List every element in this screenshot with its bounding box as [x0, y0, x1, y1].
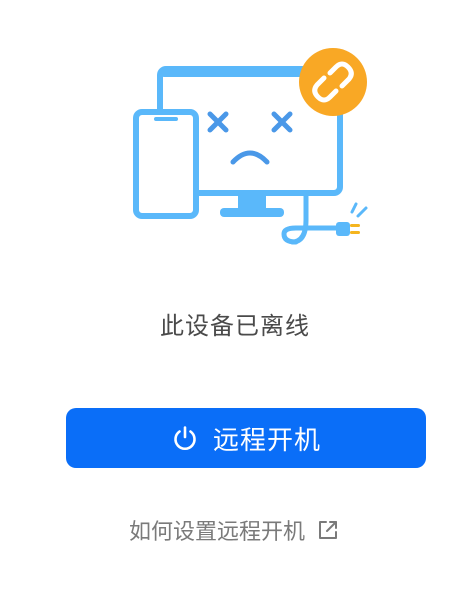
- external-link-icon: [319, 521, 337, 539]
- offline-device-illustration: [133, 48, 368, 245]
- how-to-setup-link[interactable]: 如何设置远程开机: [0, 514, 470, 546]
- offline-status-text: 此设备已离线: [160, 312, 310, 340]
- power-cable-icon: [281, 191, 368, 245]
- sad-face-icon: [207, 111, 293, 165]
- remote-wake-label: 远程开机: [212, 425, 321, 456]
- remote-wake-button[interactable]: 远程开机: [66, 408, 426, 468]
- power-icon: [174, 426, 196, 450]
- help-link-label: 如何设置远程开机: [128, 520, 305, 545]
- broken-link-icon: [299, 48, 367, 116]
- phone-icon: [133, 109, 199, 219]
